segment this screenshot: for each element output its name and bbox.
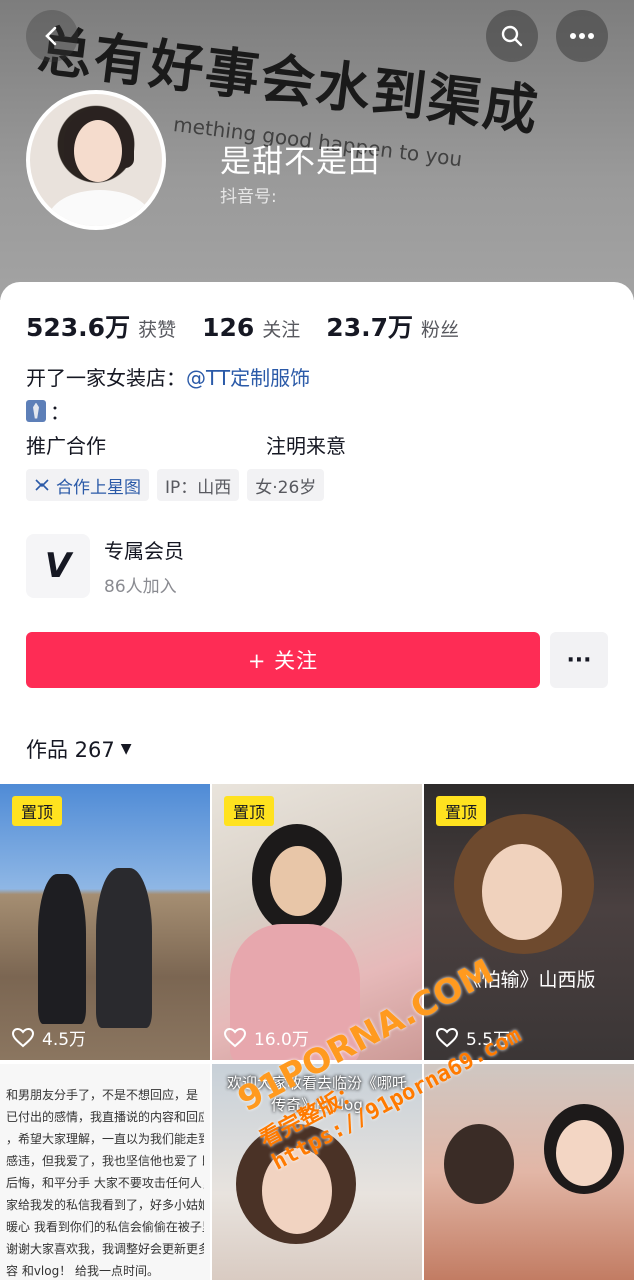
bio-promo-text: 推广合作 bbox=[26, 434, 106, 458]
bio-line-2-text: ： bbox=[50, 400, 70, 424]
heart-icon bbox=[12, 1027, 34, 1047]
video-likes-count: 16.0万 bbox=[254, 1030, 309, 1050]
video-thumbnail[interactable]: 和男朋友分手了，不是不想回应，是 已付出的感情，我直播说的内容和回应想体面 ，希… bbox=[0, 1064, 210, 1280]
video-grid: 置顶 4.5万 置顶 16.0万 置顶 《怕输》山西版 5.5万 和男朋友分手了… bbox=[0, 784, 634, 1280]
following-label[interactable]: 关注 bbox=[262, 315, 300, 342]
text-post-line: 家给我发的私信我看到了，好多小姑娘好可爱 bbox=[6, 1198, 204, 1212]
video-thumbnail[interactable]: 置顶 《怕输》山西版 5.5万 bbox=[424, 784, 634, 1060]
video-thumbnail[interactable]: 置顶 16.0万 bbox=[212, 784, 422, 1060]
ip-location-tag: IP：山西 bbox=[157, 469, 240, 501]
more-dots-icon bbox=[570, 33, 594, 39]
membership-v-icon: V bbox=[26, 534, 90, 598]
video-likes: 16.0万 bbox=[224, 1025, 309, 1050]
person-figure bbox=[556, 1120, 612, 1186]
membership-count: 86人加入 bbox=[104, 577, 177, 597]
video-thumbnail[interactable]: 置顶 4.5万 bbox=[0, 784, 210, 1060]
profile-banner: 总有好事会水到渠成 mething good happen to you 是甜不… bbox=[0, 0, 634, 300]
profile-tags: 合作上星图 IP：山西 女·26岁 bbox=[26, 469, 325, 501]
chevron-left-icon bbox=[45, 26, 57, 46]
video-thumbnail[interactable] bbox=[424, 1064, 634, 1280]
pinned-badge: 置顶 bbox=[12, 796, 63, 826]
membership-title: 专属会员 bbox=[104, 539, 184, 563]
profile-nickname: 是甜不是田 bbox=[220, 144, 380, 180]
video-likes-count: 4.5万 bbox=[42, 1030, 87, 1050]
works-tab[interactable]: 作品 267 ▼ bbox=[26, 734, 132, 764]
text-post-line: 暖心 我看到你们的私信会偷偷在被子里 bbox=[6, 1220, 204, 1234]
gender-age-tag: 女·26岁 bbox=[247, 469, 325, 501]
necktie-icon bbox=[26, 399, 46, 422]
video-thumbnail[interactable]: 欢迎大家收看去临汾《哪吒传奇》的vlog bbox=[212, 1064, 422, 1280]
search-button[interactable] bbox=[486, 10, 538, 62]
following-count[interactable]: 126 bbox=[202, 313, 254, 342]
video-likes: 5.5万 bbox=[436, 1025, 510, 1050]
text-post-line: 容 和vlog！ 给我一点时间。 bbox=[6, 1264, 160, 1278]
heart-icon bbox=[436, 1027, 458, 1047]
heart-icon bbox=[224, 1027, 246, 1047]
douyin-id-label: 抖音号: bbox=[220, 187, 277, 207]
exclusive-membership[interactable]: V 专属会员 86人加入 bbox=[26, 534, 184, 598]
pinned-badge: 置顶 bbox=[224, 796, 275, 826]
pinned-badge: 置顶 bbox=[436, 796, 487, 826]
video-likes: 4.5万 bbox=[12, 1025, 86, 1050]
person-figure bbox=[482, 844, 562, 940]
works-count-label: 作品 267 bbox=[26, 738, 115, 762]
text-post-line: 后悔，和平分手 大家不要攻击任何人，理性看 bbox=[6, 1176, 204, 1190]
membership-text: 专属会员 86人加入 bbox=[104, 535, 184, 597]
star-map-tag-label: 合作上星图 bbox=[56, 477, 141, 498]
avatar-dress-shape bbox=[48, 190, 152, 226]
bio-shop-mention-link[interactable]: @TT定制服饰 bbox=[186, 366, 310, 390]
person-figure bbox=[38, 874, 86, 1024]
back-button[interactable] bbox=[26, 10, 78, 62]
video-caption: 《怕输》山西版 bbox=[462, 969, 596, 991]
text-post-line: 已付出的感情，我直播说的内容和回应想体面 bbox=[6, 1110, 204, 1124]
profile-page: 总有好事会水到渠成 mething good happen to you 是甜不… bbox=[0, 0, 634, 1280]
text-post-line: 和男朋友分手了，不是不想回应，是 bbox=[6, 1088, 199, 1102]
likes-label: 获赞 bbox=[138, 319, 177, 341]
video-likes-count: 5.5万 bbox=[466, 1030, 511, 1050]
text-post-line: 谢谢大家喜欢我，我调整好会更新更多的有趣 bbox=[6, 1242, 204, 1256]
likes-count: 523.6万 bbox=[26, 313, 131, 342]
avatar-face-shape bbox=[74, 120, 122, 182]
person-figure bbox=[262, 1148, 332, 1234]
follow-more-button[interactable]: ··· bbox=[550, 632, 608, 688]
text-post-line: ，希望大家理解，一直以为我们能走到最后， bbox=[6, 1132, 204, 1146]
bio-shop-text: 开了一家女装店： bbox=[26, 366, 186, 390]
star-map-tag[interactable]: 合作上星图 bbox=[26, 469, 149, 501]
search-icon bbox=[501, 25, 523, 47]
bio-line-2: ： bbox=[26, 396, 70, 425]
caret-down-icon: ▼ bbox=[120, 741, 132, 757]
text-post-line: 感违，但我爱了，我也坚信他也爱了 既然爱过 bbox=[6, 1154, 204, 1168]
text-post-lines: 和男朋友分手了，不是不想回应，是 已付出的感情，我直播说的内容和回应想体面 ，希… bbox=[6, 1084, 204, 1280]
avatar[interactable] bbox=[26, 90, 166, 230]
followers-label[interactable]: 粉丝 bbox=[421, 315, 459, 342]
bio-note-text: 注明来意 bbox=[266, 434, 346, 458]
follow-button[interactable]: + 关注 bbox=[26, 632, 540, 688]
person-figure bbox=[270, 846, 326, 916]
more-options-button[interactable] bbox=[556, 10, 608, 62]
person-figure bbox=[96, 868, 152, 1028]
video-caption: 欢迎大家收看去临汾《哪吒传奇》的vlog bbox=[226, 1074, 407, 1114]
profile-stats: 523.6万 获赞 126 关注 23.7万 粉丝 bbox=[26, 308, 485, 344]
person-figure bbox=[444, 1124, 514, 1204]
followers-count[interactable]: 23.7万 bbox=[326, 308, 413, 344]
bio-line-1: 开了一家女装店：@TT定制服饰 bbox=[26, 362, 310, 391]
bio-line-3: 推广合作 注明来意 bbox=[26, 430, 346, 459]
star-map-icon bbox=[35, 479, 49, 491]
